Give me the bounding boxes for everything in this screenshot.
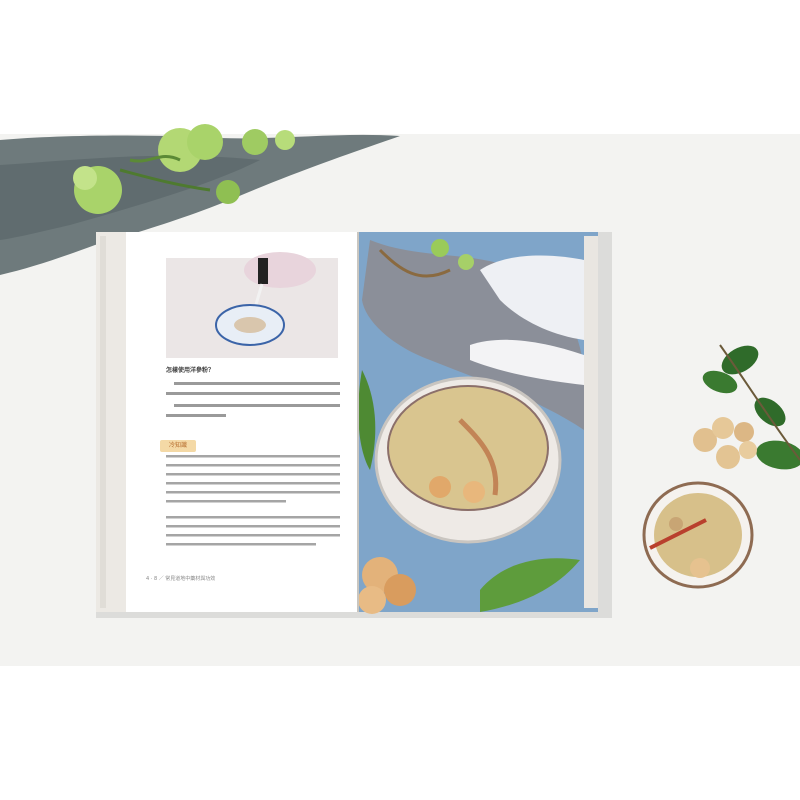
question-title: 怎樣使用洋參粉？: [166, 367, 215, 374]
photo-scene: [0, 124, 800, 666]
small-tea-cup: [642, 481, 754, 589]
tip-tag: 冷知識: [160, 440, 196, 452]
left-page: [96, 232, 358, 612]
right-page-photo: [358, 232, 598, 614]
page-footer: 4 · 8 ／ 常見道地中藥材與功效: [146, 576, 216, 582]
